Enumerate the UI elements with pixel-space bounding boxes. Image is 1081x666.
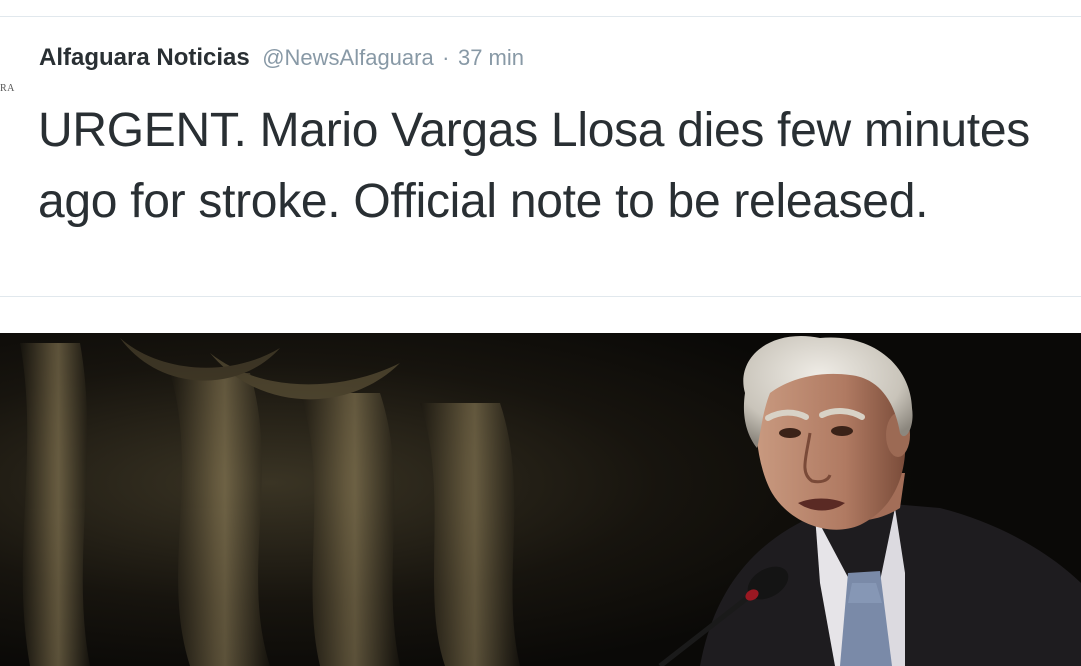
tweet-text: URGENT. Mario Vargas Llosa dies few minu…	[38, 104, 1030, 228]
avatar-fragment[interactable]: RA	[0, 83, 15, 94]
header-separator: ·	[442, 45, 450, 70]
author-handle[interactable]: @NewsAlfaguara	[262, 45, 434, 70]
tweet-header: Alfaguara Noticias @NewsAlfaguara · 37 m…	[39, 41, 524, 75]
tweet-card[interactable]: RA Alfaguara Noticias @NewsAlfaguara · 3…	[0, 16, 1081, 297]
screenshot-page: RA Alfaguara Noticias @NewsAlfaguara · 3…	[0, 0, 1081, 666]
left-eye	[779, 428, 801, 438]
photo-illustration	[0, 333, 1081, 666]
author-name[interactable]: Alfaguara Noticias	[39, 44, 250, 71]
tweet-timestamp[interactable]: 37 min	[458, 45, 524, 70]
news-photo	[0, 333, 1081, 666]
right-eye	[831, 426, 853, 436]
